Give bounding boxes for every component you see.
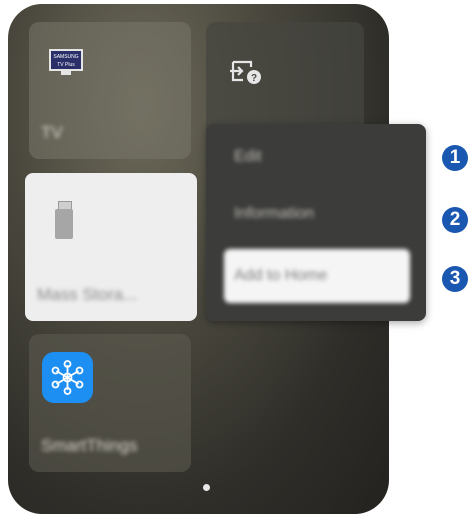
tv-logo-text: SAMSUNG TV Plus	[49, 49, 83, 71]
menu-item-add-to-home[interactable]: Add to Home	[224, 249, 410, 303]
callout-badge-1: 1	[442, 145, 468, 171]
menu-item-information[interactable]: Information	[234, 205, 314, 223]
tile-tv-label: TV	[41, 123, 63, 142]
tile-mass-storage-label: Mass Stora...	[37, 285, 138, 304]
tile-smartthings[interactable]: SmartThings	[29, 334, 191, 472]
tile-tv[interactable]: SAMSUNG TV Plus TV	[29, 22, 191, 159]
page-indicator-dot	[203, 484, 210, 491]
callout-badge-2: 2	[442, 207, 468, 233]
tile-mass-storage[interactable]: Mass Stora...	[25, 173, 197, 321]
callout-badge-3: 3	[442, 266, 468, 292]
samsung-tv-plus-icon: SAMSUNG TV Plus	[49, 49, 83, 77]
smartthings-icon	[42, 352, 93, 403]
svg-text:?: ?	[251, 73, 257, 84]
menu-item-edit[interactable]: Edit	[234, 148, 262, 166]
tile-smartthings-label: SmartThings	[41, 436, 138, 455]
context-menu: Edit Information Add to Home	[206, 124, 426, 321]
usb-drive-icon	[55, 201, 73, 239]
source-connection-icon: ?	[230, 60, 261, 84]
